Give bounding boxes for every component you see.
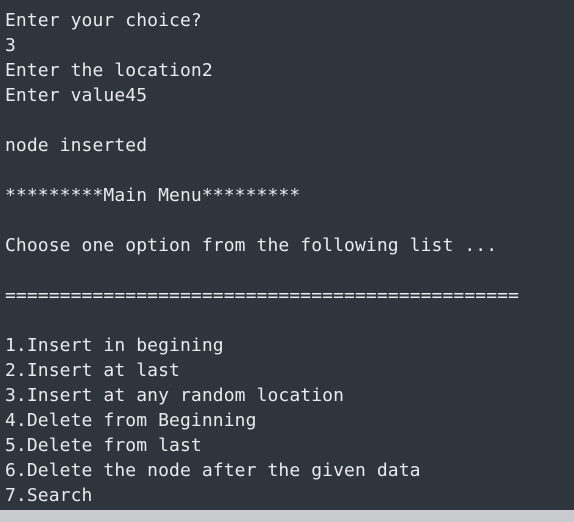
user-input-choice: 3 xyxy=(5,35,16,56)
menu-option-4: 4.Delete from Beginning xyxy=(5,410,257,431)
console-output[interactable]: Enter your choice? 3 Enter the location2… xyxy=(0,0,574,510)
menu-instruction: Choose one option from the following lis… xyxy=(5,235,498,256)
prompt-enter-location: Enter the location2 xyxy=(5,60,213,81)
prompt-enter-value: Enter value45 xyxy=(5,85,148,106)
menu-option-6: 6.Delete the node after the given data xyxy=(5,460,421,481)
status-node-inserted: node inserted xyxy=(5,135,148,156)
menu-option-5: 5.Delete from last xyxy=(5,435,202,456)
main-menu-heading: *********Main Menu********* xyxy=(5,185,301,206)
menu-divider: ========================================… xyxy=(5,285,520,306)
menu-option-2: 2.Insert at last xyxy=(5,360,180,381)
window-bottom-edge xyxy=(0,510,574,522)
menu-option-3: 3.Insert at any random location xyxy=(5,385,345,406)
prompt-enter-choice: Enter your choice? xyxy=(5,10,202,31)
console-lines: Enter your choice? 3 Enter the location2… xyxy=(5,8,574,508)
menu-option-7: 7.Search xyxy=(5,485,93,506)
menu-option-1: 1.Insert in begining xyxy=(5,335,224,356)
